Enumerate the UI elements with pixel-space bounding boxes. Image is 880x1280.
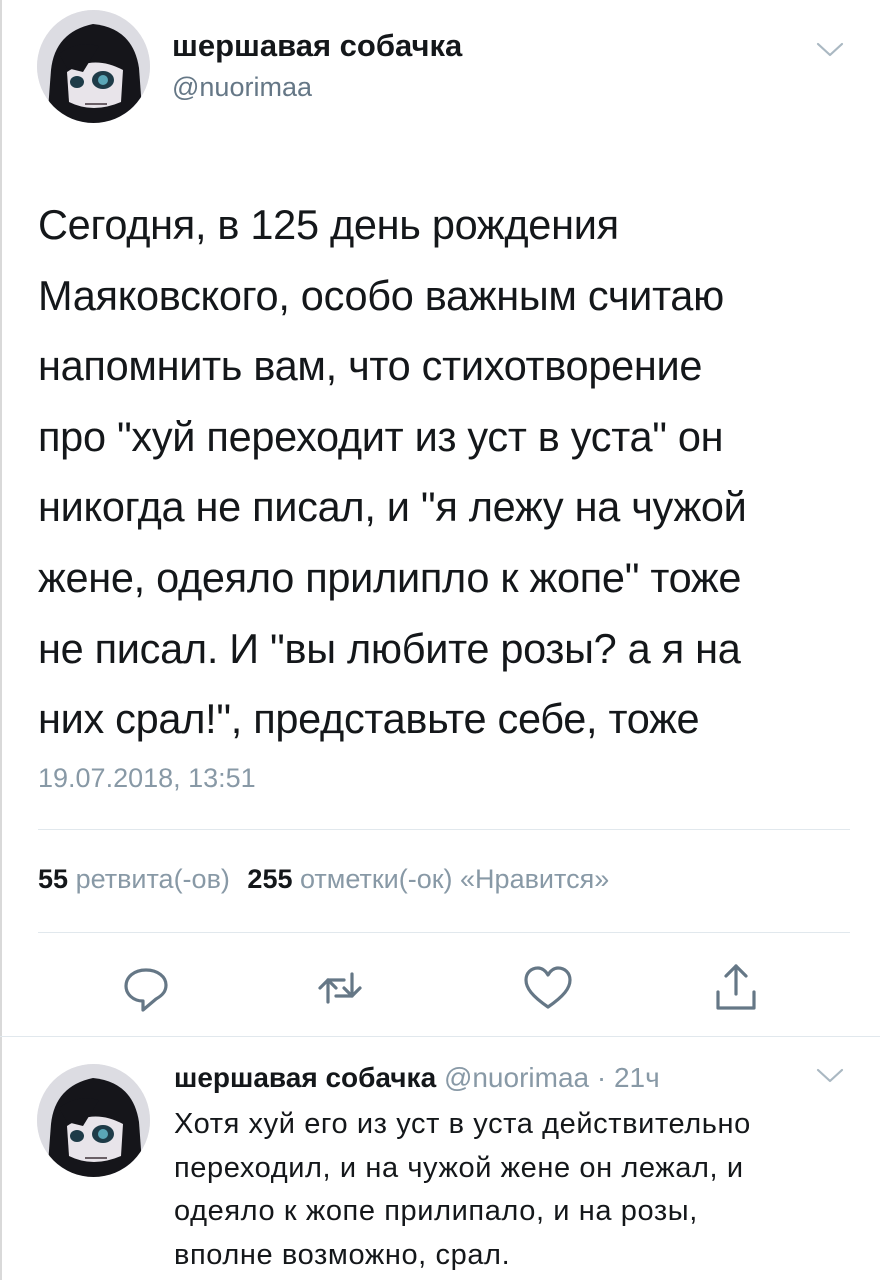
reply-icon bbox=[124, 968, 168, 1012]
like-button[interactable] bbox=[518, 958, 578, 1018]
like-icon bbox=[524, 966, 572, 1009]
reply-header: шершавая собачка @nuorimaa · 21ч bbox=[174, 1062, 660, 1094]
divider bbox=[38, 932, 850, 933]
retweet-button[interactable] bbox=[310, 958, 370, 1018]
tweet-text-line: Маяковского, особо важным считаю bbox=[38, 271, 724, 319]
reply-text-line: переходил, и на чужой жене он лежал, и bbox=[174, 1151, 744, 1184]
tweet-text: Сегодня, в 125 день рождения Маяковского… bbox=[38, 190, 858, 755]
author-name[interactable]: шершавая собачка bbox=[172, 28, 462, 64]
reply-text-line: Хотя хуй его из уст в уста действительно bbox=[174, 1108, 751, 1140]
tweet-timestamp[interactable]: 19.07.2018, 13:51 bbox=[38, 763, 256, 794]
author-handle-and-time[interactable]: @nuorimaa · 21ч bbox=[444, 1062, 660, 1093]
tweet-text-line: жене, одеяло прилипло к жопе" тоже bbox=[38, 553, 742, 601]
retweets-label[interactable]: ретвита(-ов) bbox=[76, 864, 230, 894]
share-icon bbox=[716, 964, 756, 1010]
avatar[interactable] bbox=[37, 1064, 150, 1177]
chevron-down-icon[interactable] bbox=[815, 1066, 845, 1086]
author-handle[interactable]: @nuorimaa bbox=[172, 72, 312, 103]
avatar-image bbox=[37, 1064, 150, 1177]
retweet-icon bbox=[318, 972, 362, 1004]
main-tweet: шершавая собачка @nuorimaa Сегодня, в 12… bbox=[0, 0, 880, 1036]
tweet-text-line: них срал!", представьте себе, тоже bbox=[38, 695, 700, 743]
reply-text-line: вполне возможно, срал. bbox=[174, 1238, 511, 1271]
retweets-count[interactable]: 55 bbox=[38, 864, 68, 894]
tweet-text-line: про "хуй переходит из уст в уста" он bbox=[38, 412, 724, 460]
tweet-separator bbox=[0, 1036, 880, 1037]
tweet-text-line: Сегодня, в 125 день рождения bbox=[38, 201, 619, 248]
reply-text: Хотя хуй его из уст в уста действительно… bbox=[174, 1103, 854, 1277]
tweet-stats: 55 ретвита(-ов) 255 отметки(-ок) «Нравит… bbox=[38, 864, 619, 895]
share-button[interactable] bbox=[706, 958, 766, 1018]
avatar-image bbox=[37, 10, 150, 123]
tweet-text-line: не писал. И "вы любите розы? а я на bbox=[38, 624, 741, 672]
divider bbox=[38, 829, 850, 830]
avatar[interactable] bbox=[37, 10, 150, 123]
reply-text-line: одеяло к жопе прилипало, и на розы, bbox=[174, 1195, 698, 1227]
tweet-text-line: напомнить вам, что стихотворение bbox=[38, 342, 703, 390]
likes-label[interactable]: отметки(-ок) «Нравится» bbox=[300, 864, 609, 894]
chevron-down-icon[interactable] bbox=[815, 40, 845, 60]
likes-count[interactable]: 255 bbox=[247, 864, 292, 894]
author-name[interactable]: шершавая собачка bbox=[174, 1062, 436, 1093]
tweet-text-line: никогда не писал, и "я лежу на чужой bbox=[38, 483, 747, 531]
reply-button[interactable] bbox=[116, 958, 176, 1018]
